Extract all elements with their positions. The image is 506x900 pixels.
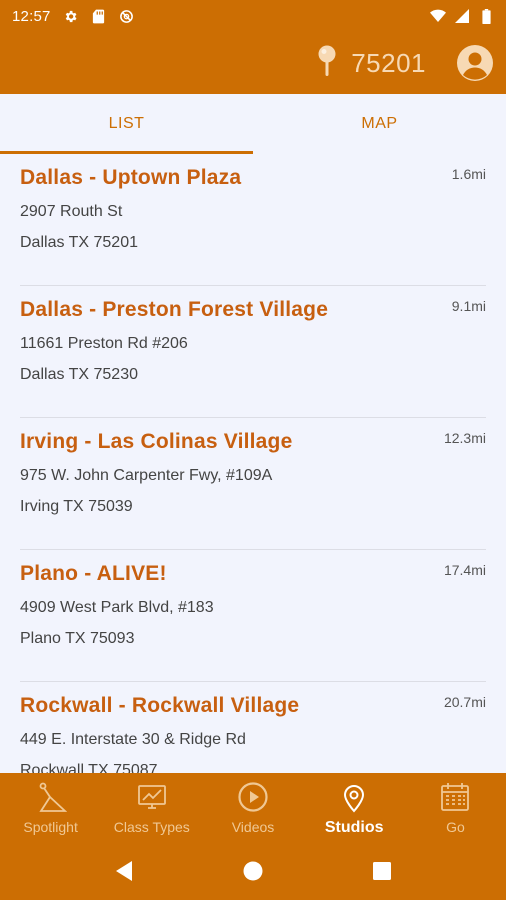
sd-card-icon	[91, 8, 107, 24]
bottom-nav: Spotlight Class Types Videos Studios Go	[0, 773, 506, 842]
studio-name: Dallas - Preston Forest Village	[20, 298, 329, 321]
do-not-disturb-icon	[119, 8, 135, 24]
list-item[interactable]: Plano - ALIVE! 17.4mi 4909 West Park Blv…	[20, 550, 486, 682]
nav-studios[interactable]: Studios	[304, 773, 405, 842]
studio-address: 4909 West Park Blvd, #183	[20, 599, 214, 616]
tab-list[interactable]: LIST	[0, 94, 253, 154]
recents-icon[interactable]	[367, 856, 397, 886]
studio-distance: 17.4mi	[443, 562, 486, 578]
calendar-icon	[439, 781, 471, 813]
studio-address: 975 W. John Carpenter Fwy, #109A	[20, 467, 273, 484]
nav-label: Spotlight	[23, 819, 78, 835]
studio-name: Irving - Las Colinas Village	[20, 430, 293, 453]
location-pin-icon	[317, 45, 337, 82]
studio-address: 449 E. Interstate 30 & Ridge Rd	[20, 731, 246, 748]
nav-label: Go	[446, 819, 465, 835]
nav-videos[interactable]: Videos	[202, 773, 303, 842]
studio-city: Dallas TX 75230	[20, 366, 138, 383]
list-item[interactable]: Rockwall - Rockwall Village 20.7mi 449 E…	[20, 682, 486, 773]
status-time: 12:57	[12, 7, 51, 25]
studio-city: Plano TX 75093	[20, 630, 135, 647]
status-bar: 12:57	[0, 0, 506, 32]
studio-distance: 9.1mi	[451, 298, 486, 314]
list-item[interactable]: Irving - Las Colinas Village 12.3mi 975 …	[20, 418, 486, 550]
nav-label: Class Types	[113, 819, 190, 835]
nav-class-types[interactable]: Class Types	[101, 773, 202, 842]
app-bar: 75201	[0, 32, 506, 94]
view-tabs: LIST MAP	[0, 94, 506, 154]
studio-address: 11661 Preston Rd #206	[20, 335, 188, 352]
battery-icon	[478, 8, 494, 24]
nav-go[interactable]: Go	[405, 773, 506, 842]
class-types-icon	[136, 781, 168, 813]
nav-label: Studios	[324, 819, 384, 836]
location-zip[interactable]: 75201	[317, 45, 426, 82]
studio-city: Dallas TX 75201	[20, 234, 138, 251]
location-pin-icon	[338, 781, 370, 813]
studio-distance: 20.7mi	[443, 694, 486, 710]
list-item[interactable]: Dallas - Uptown Plaza 1.6mi 2907 Routh S…	[20, 154, 486, 286]
back-icon[interactable]	[109, 856, 139, 886]
account-icon[interactable]	[456, 44, 494, 82]
spotlight-icon	[35, 781, 67, 813]
zip-code: 75201	[351, 47, 426, 78]
studio-name: Rockwall - Rockwall Village	[20, 694, 300, 717]
studio-city: Rockwall TX 75087	[20, 762, 158, 773]
system-nav	[0, 842, 506, 900]
studio-city: Irving TX 75039	[20, 498, 133, 515]
play-icon	[237, 781, 269, 813]
studio-name: Dallas - Uptown Plaza	[20, 166, 242, 189]
studio-distance: 1.6mi	[451, 166, 486, 182]
gear-icon	[63, 8, 79, 24]
signal-icon	[454, 8, 470, 24]
home-icon[interactable]	[238, 856, 268, 886]
nav-label: Videos	[231, 819, 275, 835]
studio-address: 2907 Routh St	[20, 203, 123, 220]
tab-map[interactable]: MAP	[253, 94, 506, 154]
list-item[interactable]: Dallas - Preston Forest Village 9.1mi 11…	[20, 286, 486, 418]
wifi-icon	[430, 8, 446, 24]
studio-name: Plano - ALIVE!	[20, 562, 167, 585]
studio-distance: 12.3mi	[443, 430, 486, 446]
nav-spotlight[interactable]: Spotlight	[0, 773, 101, 842]
studio-list[interactable]: Dallas - Uptown Plaza 1.6mi 2907 Routh S…	[0, 154, 506, 773]
